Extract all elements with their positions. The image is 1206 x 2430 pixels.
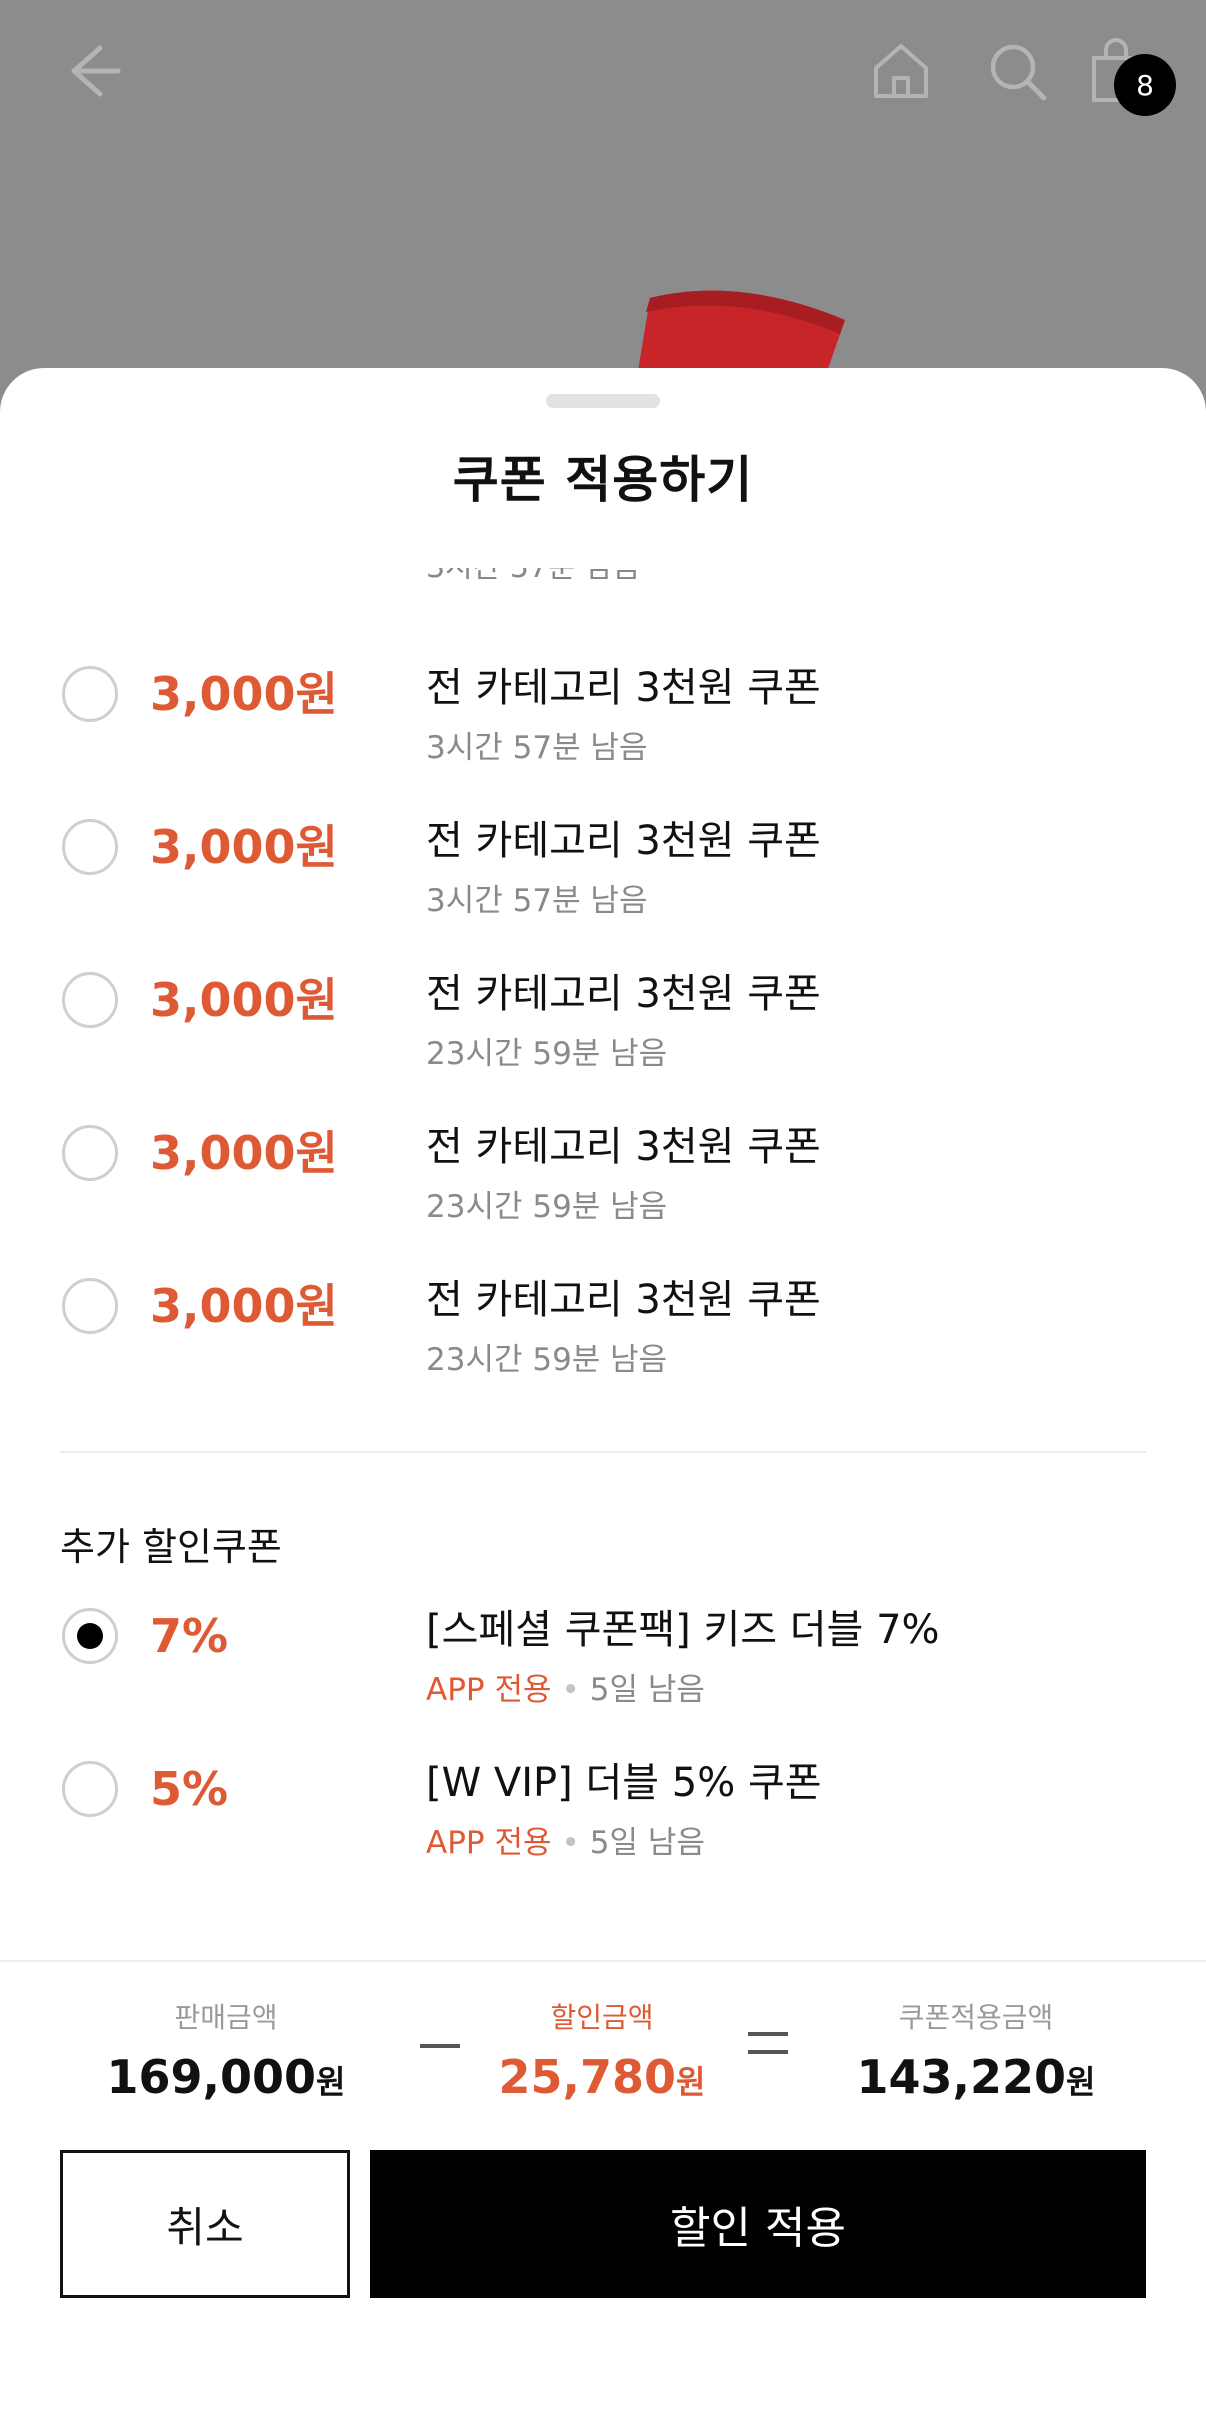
cancel-button[interactable]: 취소 [60,2150,350,2298]
coupon-bottom-sheet: 쿠폰 적용하기 3시간 57분 남음 3,000원 전 카테고리 3천원 쿠폰 … [0,368,1206,2430]
coupon-title: 전 카테고리 3천원 쿠폰 [426,971,821,1017]
coupon-row[interactable]: 3,000원 전 카테고리 3천원 쿠폰 3시간 57분 남음 [0,818,1206,959]
coupon-remaining: 5일 남음 [589,1672,705,1708]
coupon-amount: 3,000원 [150,1279,338,1333]
final-price-label: 쿠폰적용금액 [898,2001,1054,2034]
home-icon[interactable] [866,36,936,106]
coupon-amount: 5% [150,1762,229,1816]
coupon-amount: 3,000원 [150,973,338,1027]
coupon-title: [W VIP] 더블 5% 쿠폰 [426,1760,822,1806]
coupon-row[interactable]: 3,000원 전 카테고리 3천원 쿠폰 23시간 59분 남음 [0,971,1206,1112]
coupon-radio[interactable] [62,972,118,1028]
sheet-title: 쿠폰 적용하기 [452,451,754,509]
extra-coupon-row[interactable]: 7% [스페셜 쿠폰팩] 키즈 더블 7% APP 전용 • 5일 남음 [0,1607,1206,1748]
app-only-tag: APP 전용 [426,1672,552,1708]
coupon-row[interactable]: 3,000원 전 카테고리 3천원 쿠폰 3시간 57분 남음 [0,665,1206,806]
price-summary-footer: 판매금액 169,000원 할인금액 25,780원 쿠폰적용금액 143,22… [0,1960,1206,2430]
coupon-amount: 3,000원 [150,1126,338,1180]
partial-coupon-remaining: 3시간 57분 남음 [426,568,640,586]
coupon-radio[interactable] [62,1761,118,1817]
coupon-title: [스페셜 쿠폰팩] 키즈 더블 7% [426,1607,940,1653]
coupon-remaining: 3시간 57분 남음 [426,883,648,919]
coupon-amount: 7% [150,1609,229,1663]
sale-price-value: 169,000원 [106,2050,346,2104]
coupon-remaining: 23시간 59분 남음 [426,1189,668,1225]
cart-count-badge: 8 [1114,54,1176,116]
coupon-remaining: 23시간 59분 남음 [426,1342,668,1378]
final-price-block: 쿠폰적용금액 143,220원 [826,1996,1126,2104]
extra-coupon-row[interactable]: 5% [W VIP] 더블 5% 쿠폰 APP 전용 • 5일 남음 [0,1760,1206,1901]
final-price-value: 143,220원 [856,2050,1096,2104]
background-page: 8 [0,0,1206,420]
coupon-amount: 3,000원 [150,667,338,721]
coupon-radio[interactable] [62,666,118,722]
coupon-amount: 3,000원 [150,820,338,874]
coupon-meta: APP 전용 • 5일 남음 [426,1817,705,1862]
discount-block: 할인금액 25,780원 [452,1996,752,2104]
apply-discount-button[interactable]: 할인 적용 [370,2150,1146,2298]
sale-price-block: 판매금액 169,000원 [76,1996,376,2104]
coupon-radio-selected[interactable] [62,1608,118,1664]
search-icon[interactable] [982,36,1052,106]
coupon-radio[interactable] [62,1125,118,1181]
extra-coupon-section-title: 추가 할인쿠폰 [60,1525,282,1569]
coupon-list[interactable]: 3시간 57분 남음 3,000원 전 카테고리 3천원 쿠폰 3시간 57분 … [0,568,1206,2128]
equals-icon [748,2032,788,2056]
sale-price-label: 판매금액 [174,2001,278,2034]
meta-separator: • [561,1672,580,1708]
sheet-drag-handle[interactable] [546,394,660,408]
coupon-radio[interactable] [62,1278,118,1334]
back-arrow-icon[interactable] [56,36,126,106]
app-only-tag: APP 전용 [426,1825,552,1861]
coupon-remaining: 3시간 57분 남음 [426,730,648,766]
coupon-meta: APP 전용 • 5일 남음 [426,1664,705,1709]
coupon-row[interactable]: 3,000원 전 카테고리 3천원 쿠폰 23시간 59분 남음 [0,1124,1206,1265]
discount-label: 할인금액 [550,2001,654,2034]
coupon-remaining: 5일 남음 [589,1825,705,1861]
coupon-title: 전 카테고리 3천원 쿠폰 [426,1277,821,1323]
coupon-row[interactable]: 3,000원 전 카테고리 3천원 쿠폰 23시간 59분 남음 [0,1277,1206,1418]
coupon-title: 전 카테고리 3천원 쿠폰 [426,818,821,864]
coupon-title: 전 카테고리 3천원 쿠폰 [426,665,821,711]
coupon-title: 전 카테고리 3천원 쿠폰 [426,1124,821,1170]
meta-separator: • [561,1825,580,1861]
coupon-remaining: 23시간 59분 남음 [426,1036,668,1072]
section-divider [60,1451,1146,1453]
discount-value: 25,780원 [498,2050,706,2104]
coupon-radio[interactable] [62,819,118,875]
